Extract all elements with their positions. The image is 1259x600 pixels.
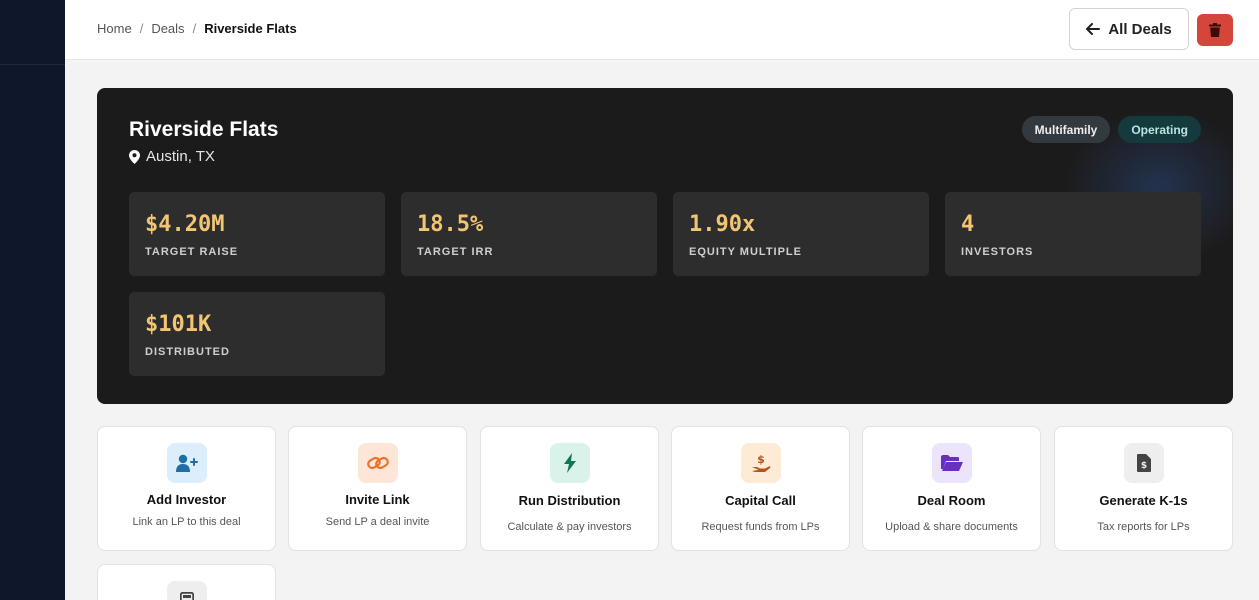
- sidebar-divider: [0, 64, 65, 65]
- stat-label: EQUITY MULTIPLE: [689, 246, 802, 258]
- user-plus-icon: [176, 454, 198, 472]
- stat-label: TARGET IRR: [417, 246, 494, 258]
- link-icon: [367, 456, 389, 470]
- stat-equity-multiple: 1.90x EQUITY MULTIPLE: [673, 192, 929, 276]
- file-invoice-dollar-icon: $: [1137, 454, 1151, 472]
- action-icon-box: [932, 443, 972, 483]
- action-subtitle: Link an LP to this deal: [132, 516, 241, 528]
- svg-text:$: $: [1141, 461, 1147, 471]
- deal-status-badge: Operating: [1118, 116, 1201, 143]
- trash-icon: [1209, 23, 1221, 37]
- deal-summary-card: Riverside Flats Austin, TX Multifamily O…: [97, 88, 1233, 404]
- action-icon-box: $: [741, 443, 781, 483]
- calculator-icon: [180, 592, 194, 600]
- stat-target-irr: 18.5% TARGET IRR: [401, 192, 657, 276]
- topbar: Home / Deals / Riverside Flats All Deals: [65, 0, 1259, 60]
- bolt-icon: [564, 453, 576, 473]
- deal-tags: Multifamily Operating: [1021, 116, 1201, 143]
- delete-deal-button[interactable]: [1197, 14, 1233, 46]
- add-investor-card[interactable]: Add Investor Link an LP to this deal: [97, 426, 276, 551]
- action-title: Deal Room: [917, 493, 986, 508]
- run-distribution-card[interactable]: Run Distribution Calculate & pay investo…: [480, 426, 659, 551]
- sidebar: [0, 0, 65, 600]
- breadcrumb-separator: /: [139, 21, 144, 36]
- stat-investors: 4 INVESTORS: [945, 192, 1201, 276]
- breadcrumb-separator: /: [192, 21, 197, 36]
- svg-text:$: $: [757, 453, 765, 466]
- stat-value: 1.90x: [689, 212, 756, 237]
- calculator-card[interactable]: [97, 564, 276, 600]
- all-deals-button[interactable]: All Deals: [1069, 8, 1189, 50]
- stat-value: 18.5%: [417, 212, 484, 237]
- deal-location: Austin, TX: [129, 148, 215, 165]
- arrow-left-icon: [1086, 23, 1101, 35]
- stat-value: 4: [961, 212, 975, 237]
- breadcrumb: Home / Deals / Riverside Flats: [97, 21, 297, 36]
- stat-value: $4.20M: [145, 212, 225, 237]
- property-type-badge: Multifamily: [1021, 116, 1111, 143]
- deal-location-text: Austin, TX: [146, 148, 215, 165]
- generate-k1s-card[interactable]: $ Generate K-1s Tax reports for LPs: [1054, 426, 1233, 551]
- stat-target-raise: $4.20M TARGET RAISE: [129, 192, 385, 276]
- capital-call-card[interactable]: $ Capital Call Request funds from LPs: [671, 426, 850, 551]
- action-icon-box: [167, 443, 207, 483]
- action-subtitle: Tax reports for LPs: [1097, 521, 1190, 533]
- action-icon-box: [358, 443, 398, 483]
- action-subtitle: Request funds from LPs: [701, 521, 820, 533]
- breadcrumb-home[interactable]: Home: [97, 21, 132, 36]
- deal-room-card[interactable]: Deal Room Upload & share documents: [862, 426, 1041, 551]
- breadcrumb-current: Riverside Flats: [204, 21, 297, 36]
- action-title: Capital Call: [725, 493, 796, 508]
- action-title: Add Investor: [146, 492, 227, 507]
- stat-label: DISTRIBUTED: [145, 346, 230, 358]
- action-subtitle: Calculate & pay investors: [507, 521, 632, 533]
- action-title: Invite Link: [345, 492, 410, 507]
- all-deals-label: All Deals: [1108, 20, 1172, 38]
- stat-label: TARGET RAISE: [145, 246, 239, 258]
- deal-name: Riverside Flats: [129, 118, 279, 141]
- action-title: Run Distribution: [518, 493, 621, 508]
- hand-dollar-icon: $: [752, 453, 771, 472]
- breadcrumb-deals[interactable]: Deals: [151, 21, 184, 36]
- action-icon-box: [167, 581, 207, 600]
- stat-distributed: $101K DISTRIBUTED: [129, 292, 385, 376]
- map-pin-icon: [129, 149, 140, 164]
- action-icon-box: $: [1124, 443, 1164, 483]
- stat-label: INVESTORS: [961, 246, 1034, 258]
- action-subtitle: Upload & share documents: [885, 521, 1018, 533]
- stat-value: $101K: [145, 312, 212, 337]
- folder-open-icon: [941, 455, 963, 471]
- action-title: Generate K-1s: [1099, 493, 1188, 508]
- action-icon-box: [550, 443, 590, 483]
- invite-link-card[interactable]: Invite Link Send LP a deal invite: [288, 426, 467, 551]
- action-subtitle: Send LP a deal invite: [325, 516, 430, 528]
